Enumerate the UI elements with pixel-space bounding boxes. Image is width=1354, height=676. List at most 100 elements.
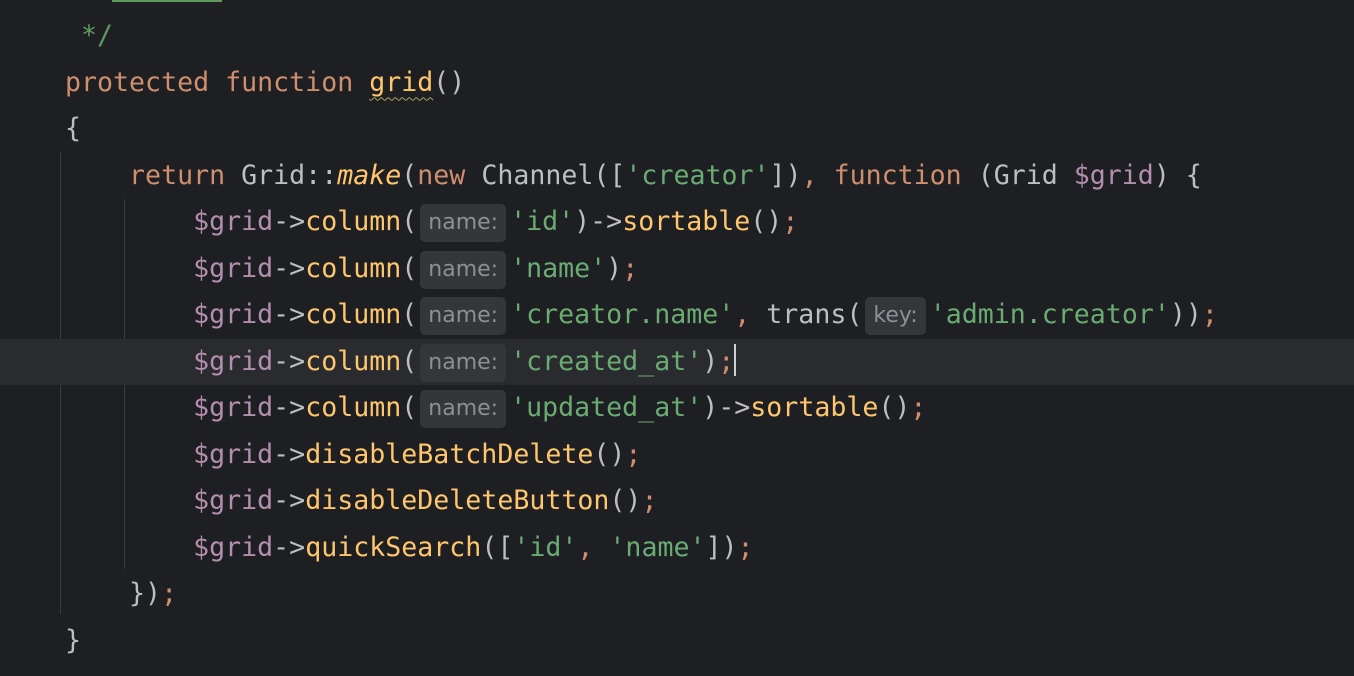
code-token: quickSearch [305,531,482,563]
code-line[interactable]: $grid->disableBatchDelete(); [0,432,1354,479]
code-token: function [225,66,354,98]
code-token: 'created_at' [510,345,703,377]
code-token: ; [737,531,754,563]
code-token: $grid [193,392,274,423]
code-token: make [337,159,402,191]
code-token: protected [65,66,210,98]
code-token: column [305,299,402,330]
code-token: $grid [193,531,274,563]
code-token: $grid [193,345,274,377]
code-token: ; [782,206,799,237]
code-token: $grid [193,252,274,284]
code-token: */ [65,20,114,51]
code-token: ) [702,345,719,377]
parameter-hint: name: [420,204,507,242]
code-token: ; [161,578,178,609]
code-token: ([ [481,531,514,563]
code-token: sortable [622,206,751,237]
code-token: column [305,392,402,423]
code-token: , [801,159,834,191]
code-token: 'admin.creator' [929,299,1170,330]
code-line[interactable]: $grid->column(name:'id')->sortable(); [0,199,1354,246]
code-line[interactable]: }); [0,571,1354,618]
code-line[interactable]: $grid->disableDeleteButton(); [0,478,1354,525]
code-token: Channel([ [465,159,626,191]
code-token: -> [273,299,306,330]
code-line[interactable]: $grid->column(name:'name'); [0,246,1354,293]
code-token: -> [273,531,306,563]
code-token: ]) [769,159,802,191]
code-line[interactable]: $grid->column(name:'creator.name', trans… [0,292,1354,339]
code-line[interactable]: $grid->quickSearch(['id', 'name']); [0,525,1354,572]
parameter-hint: name: [420,343,507,382]
code-token: ; [622,252,639,284]
code-token: -> [273,392,306,423]
code-token: ; [625,438,642,470]
code-token: $grid [193,299,274,330]
code-token: ( [401,159,418,191]
code-token: sortable [750,392,879,423]
code-line[interactable]: $grid->column(name:'created_at'); [0,338,1354,385]
code-token: column [305,206,402,237]
code-line[interactable]: { [0,106,1354,153]
code-token: disableBatchDelete [305,438,594,470]
code-token: -> [273,438,306,470]
code-token: 'name' [609,531,706,563]
code-token: $grid [193,206,274,237]
code-token: ( [401,392,418,423]
code-token: }) [129,578,162,609]
code-token: ; [910,392,927,423]
code-token: $grid [1073,159,1154,191]
comment-underline [112,0,222,2]
code-token: ; [1201,299,1218,330]
code-token: ) { [1153,159,1202,191]
code-token: $grid [193,485,274,516]
code-token: () [609,485,642,516]
code-token: ( [401,345,418,377]
code-line[interactable]: */ [0,13,1354,60]
code-line[interactable]: return Grid::make(new Channel(['creator'… [0,153,1354,200]
code-line[interactable]: protected function grid() [0,60,1354,107]
code-token: trans( [766,299,863,330]
code-line[interactable]: $grid->column(name:'updated_at')->sortab… [0,385,1354,432]
code-token: () [593,438,626,470]
code-token: , [577,531,610,563]
code-token: () [878,392,911,423]
code-token: , [734,299,767,330]
code-token: function [833,159,962,191]
code-token: grid [369,66,434,98]
code-token: new [417,159,466,191]
code-token: )) [1169,299,1202,330]
code-token: ]) [705,531,738,563]
code-token: } [65,624,82,656]
code-token: )-> [702,392,751,423]
code-token: ) [606,252,623,284]
code-token: 'id' [510,206,575,237]
code-token: ( [401,206,418,237]
code-token: () [750,206,783,237]
code-token: 'id' [513,531,578,563]
code-token: 'creator' [625,159,770,191]
code-token: $grid [193,438,274,470]
code-token: -> [273,252,306,284]
code-token: return [129,159,226,191]
code-token: 'name' [510,252,607,284]
code-token: )-> [574,206,623,237]
code-token: Grid:: [225,159,338,191]
code-token: (Grid [961,159,1074,191]
code-line[interactable]: } [0,618,1354,665]
code-token: ; [718,345,735,377]
code-token: () [433,66,466,98]
code-editor[interactable]: */protected function grid(){ return Grid… [0,13,1354,664]
parameter-hint: name: [420,390,507,428]
